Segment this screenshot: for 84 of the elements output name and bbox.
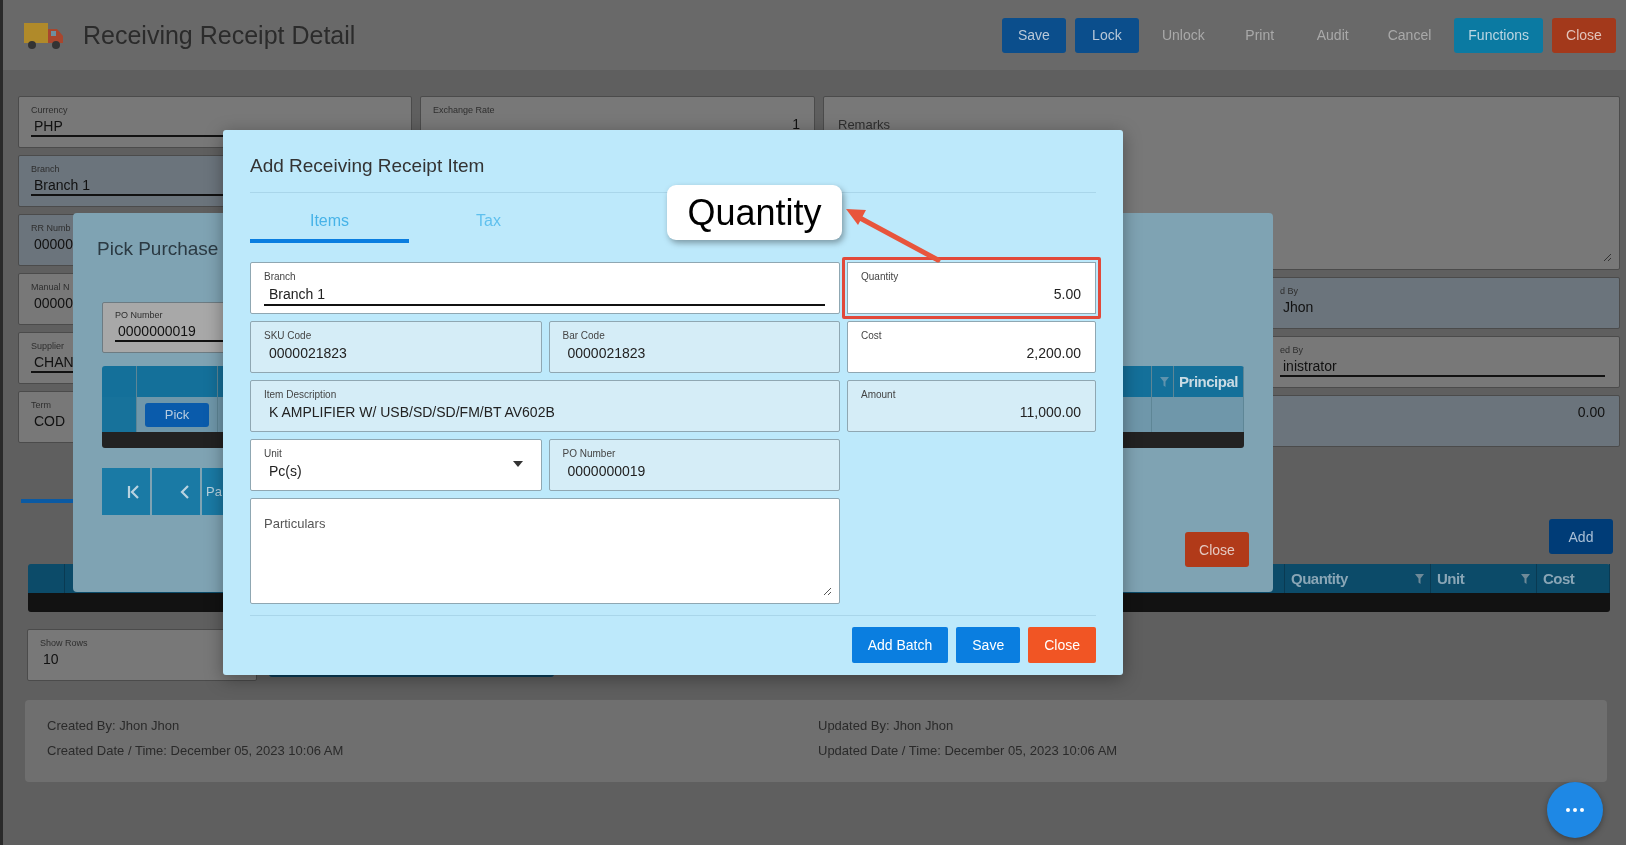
field-value: 0000000019 xyxy=(118,322,196,340)
field-label: Unit xyxy=(264,447,282,461)
close-button[interactable]: Close xyxy=(1028,627,1096,663)
field-label: Show Rows xyxy=(40,637,88,650)
created-by-text: Created By: Jhon Jhon xyxy=(46,718,181,735)
resize-grip-icon xyxy=(823,587,831,595)
field-value: PHP xyxy=(34,117,63,135)
column-header[interactable]: Cost xyxy=(1543,570,1575,587)
field-label: Exchange Rate xyxy=(433,104,495,117)
field-value: K AMPLIFIER W/ USB/SD/SD/FM/BT AV602B xyxy=(269,403,555,422)
field-value: 2,200.00 xyxy=(1026,344,1081,363)
header-button[interactable]: Close xyxy=(1552,17,1616,53)
input-field[interactable]: Quantity 5.00 xyxy=(842,257,1101,319)
input-field[interactable]: SKU Code 0000021823 xyxy=(250,321,542,373)
page-title: Receiving Receipt Detail xyxy=(83,20,356,50)
column-header[interactable]: Principal xyxy=(1179,373,1238,390)
field-value: 00000 xyxy=(34,235,73,253)
field-label: Bar Code xyxy=(562,329,605,343)
first-page-icon xyxy=(127,484,141,499)
field-value: 10 xyxy=(43,650,59,668)
field-label: Manual N xyxy=(31,281,70,294)
updated-by-text: Updated By: Jhon Jhon xyxy=(817,718,955,735)
field-label: Quantity xyxy=(861,270,899,284)
chevron-left-icon xyxy=(180,484,190,499)
field-label: Particulars xyxy=(264,517,326,531)
action-button[interactable]: Add Batch xyxy=(851,627,949,663)
column-header[interactable]: Unit xyxy=(1437,570,1465,587)
caret-icon xyxy=(512,461,523,467)
header-button[interactable]: Functions xyxy=(1454,17,1543,53)
field-label: Supplier xyxy=(31,340,65,353)
field-value: 00000 xyxy=(34,294,73,312)
field-label: Term xyxy=(31,399,51,412)
field-value: 0000000019 xyxy=(567,462,646,481)
field-label: Branch xyxy=(31,163,60,176)
dialog-title: Pick Purchase xyxy=(97,237,220,261)
action-button[interactable]: Save xyxy=(956,627,1021,663)
field-label: Cost xyxy=(861,329,882,343)
header-button[interactable]: Save xyxy=(1001,17,1066,53)
add-button[interactable]: Add xyxy=(1549,519,1613,554)
updated-date-text: Updated Date / Time: December 05, 2023 10:06 AM xyxy=(817,743,1119,760)
callout: Quantity xyxy=(667,185,842,240)
column-header[interactable]: Quantity xyxy=(1291,570,1348,587)
field-value: Branch 1 xyxy=(269,285,326,304)
field-value: CHAN xyxy=(34,353,74,371)
pick-button[interactable]: Pick xyxy=(145,402,209,427)
input-field[interactable]: Cost 2,200.00 xyxy=(847,321,1096,373)
close-button[interactable]: Close xyxy=(1185,532,1249,567)
particulars-textarea[interactable]: Particulars xyxy=(250,498,840,604)
field-value: 11,000.00 xyxy=(1019,403,1081,422)
field-label: Amount xyxy=(861,388,896,402)
input-field[interactable]: PO Number 0000000019 xyxy=(548,439,840,491)
input-field[interactable]: Amount 11,000.00 xyxy=(847,380,1096,432)
input-field[interactable]: Bar Code 0000021823 xyxy=(548,321,840,373)
field-value: Branch 1 xyxy=(34,176,91,194)
field-value: Jhon xyxy=(1283,298,1314,316)
field-value: COD xyxy=(34,412,66,430)
field-label: d By xyxy=(1280,285,1298,298)
resize-grip-icon xyxy=(1603,253,1611,261)
field-value: Pc(s) xyxy=(269,462,302,481)
first-page-button[interactable] xyxy=(102,468,150,515)
filter-icon[interactable] xyxy=(1521,573,1530,584)
input-field[interactable]: Branch Branch 1 xyxy=(250,262,840,314)
input-field[interactable]: Item Description K AMPLIFIER W/ USB/SD/SD/FM/BT AV602B xyxy=(250,380,840,432)
field-value: 1 xyxy=(792,117,800,131)
dots-icon xyxy=(1566,808,1584,812)
field-label: Branch xyxy=(264,270,296,284)
created-date-text: Created Date / Time: December 05, 2023 10:06 AM xyxy=(46,743,345,760)
header-button[interactable]: Lock xyxy=(1074,17,1139,53)
field-label: Currency xyxy=(31,104,68,117)
unit-dropdown[interactable]: Unit Pc(s) xyxy=(250,439,542,491)
field-value: 5.00 xyxy=(1053,285,1081,304)
filter-icon[interactable] xyxy=(1160,376,1169,387)
field-label: PO Number xyxy=(562,447,616,461)
field-value: 0000021823 xyxy=(269,344,347,363)
filter-icon[interactable] xyxy=(1415,573,1424,584)
field-value: inistrator xyxy=(1283,357,1337,375)
field-label: Remarks xyxy=(838,117,890,132)
field-value: 0000021823 xyxy=(567,344,646,363)
field-label: PO Number xyxy=(115,309,163,322)
field-label: SKU Code xyxy=(264,329,312,343)
field-label: RR Numb xyxy=(31,222,71,235)
field-value: 0.00 xyxy=(1577,403,1605,421)
field-label: Item Description xyxy=(264,388,337,402)
field-label: ed By xyxy=(1280,344,1303,357)
